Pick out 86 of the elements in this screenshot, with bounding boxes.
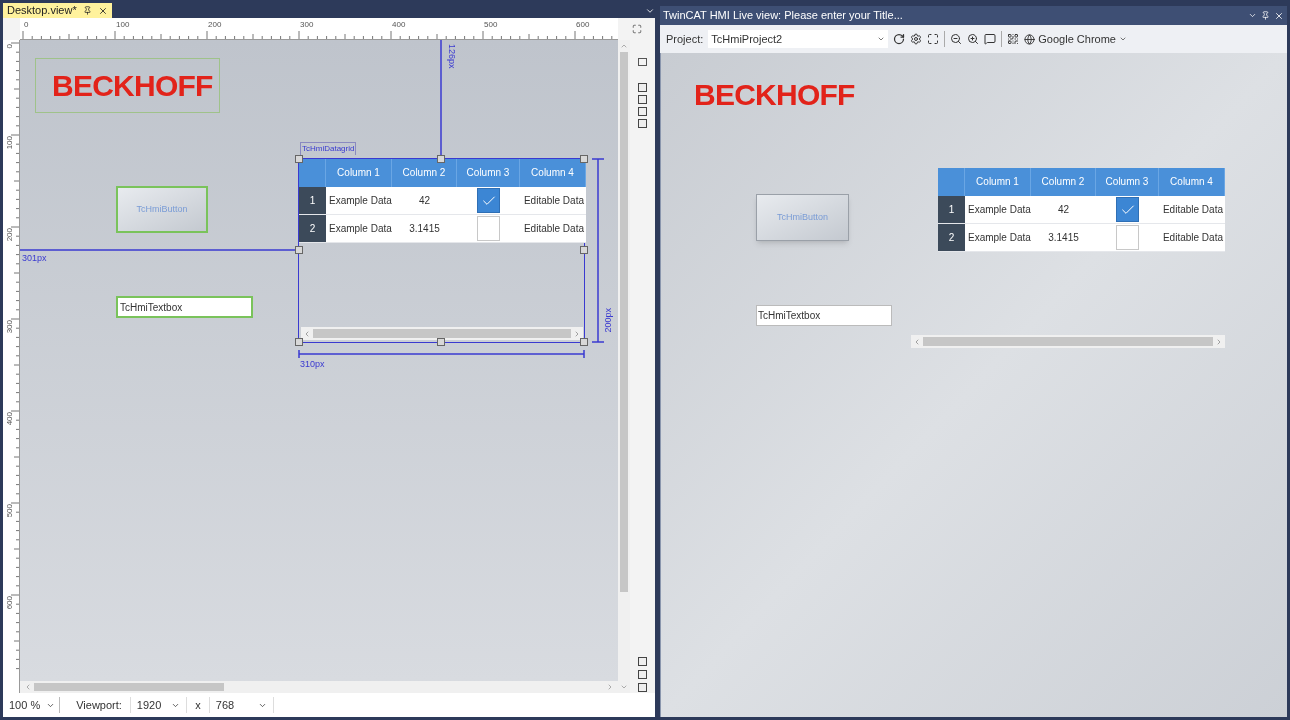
ruler-label: 600 — [576, 19, 590, 31]
resize-handle[interactable] — [437, 155, 445, 163]
close-icon[interactable] — [97, 5, 108, 16]
ruler-label: 0 — [4, 44, 15, 49]
ruler-label: 200 — [4, 228, 15, 242]
component-label: TcHmiDatagrid — [300, 142, 357, 155]
ruler-label: 300 — [4, 320, 15, 334]
window-icon[interactable] — [927, 33, 940, 45]
ruler-label: 400 — [4, 412, 15, 426]
ruler-label: 500 — [484, 19, 498, 31]
table-cell-text: 42 — [417, 193, 432, 208]
project-label: Project: — [666, 31, 704, 47]
resize-handle[interactable] — [580, 246, 588, 254]
panel-title: TwinCAT HMI Live view: Please enter your Title... — [663, 8, 903, 24]
checkbox[interactable] — [477, 216, 500, 241]
width-dropdown[interactable]: 1920 — [129, 696, 188, 714]
row-number: 1 — [299, 187, 326, 214]
text-field[interactable]: TcHmiTextbox — [756, 305, 892, 326]
pin-icon[interactable] — [82, 6, 92, 15]
refresh-icon[interactable] — [893, 33, 906, 45]
ruler-label: 500 — [4, 504, 15, 518]
scrollbar-thumb[interactable] — [620, 52, 628, 592]
text-field[interactable]: TcHmiTextbox — [116, 296, 253, 318]
resize-handle[interactable] — [437, 338, 445, 346]
close-icon[interactable] — [1274, 10, 1284, 21]
zoom-in-icon[interactable] — [967, 33, 980, 45]
caret-icon — [877, 35, 886, 43]
dimension-label: 301px — [22, 252, 47, 265]
pin-icon[interactable] — [1261, 11, 1270, 20]
table-cell-text: Example Data — [328, 221, 392, 236]
table-cell-text: 3.1415 — [1047, 230, 1080, 245]
caret-icon — [1118, 35, 1127, 43]
resize-handle[interactable] — [295, 246, 303, 254]
checkbox[interactable] — [1116, 225, 1139, 250]
ruler-label: 100 — [116, 19, 130, 31]
height-dropdown[interactable]: 768 — [208, 696, 275, 714]
table-cell-text: Editable Data — [522, 221, 585, 236]
table-cell-text: Example Data — [967, 230, 1031, 245]
resize-handle[interactable] — [580, 338, 588, 346]
brand-logo: BECKHOFF — [694, 80, 855, 110]
qr-code-icon[interactable] — [1007, 33, 1020, 45]
resize-handle[interactable] — [295, 338, 303, 346]
settings-icon[interactable] — [910, 33, 923, 45]
brand-logo: BECKHOFF — [52, 70, 213, 101]
hmi-button[interactable]: TcHmiButton — [116, 186, 208, 233]
project-dropdown[interactable]: TcHmiProject2 — [708, 30, 889, 48]
browser-dropdown[interactable]: Google Chrome — [1024, 30, 1127, 48]
ruler-label: 100 — [4, 136, 15, 150]
row-number: 1 — [938, 196, 965, 223]
table-cell-text: 42 — [1056, 202, 1071, 217]
checkbox[interactable] — [477, 188, 500, 213]
table-cell-text: Editable Data — [1161, 202, 1224, 217]
viewport-label: Viewport: — [76, 697, 122, 713]
document-tab[interactable]: Desktop.view* — [3, 3, 112, 18]
ruler-label: 300 — [300, 19, 314, 31]
comment-icon[interactable] — [984, 33, 997, 45]
resize-handle[interactable] — [295, 155, 303, 163]
scrollbar-thumb[interactable] — [923, 337, 1213, 346]
table-cell-text: 3.1415 — [408, 221, 441, 236]
toolbar-icon[interactable] — [638, 58, 647, 66]
ruler-label: 0 — [24, 19, 29, 31]
resize-handle[interactable] — [580, 155, 588, 163]
dimension-label: 126px — [445, 44, 458, 69]
table-cell-text: Editable Data — [1161, 230, 1224, 245]
separator-label: x — [195, 697, 201, 713]
dimension-label: 310px — [300, 358, 325, 371]
dimension-label: 200px — [602, 308, 614, 333]
expand-icon[interactable] — [631, 24, 642, 34]
ruler-label: 200 — [208, 19, 222, 31]
zoom-dropdown[interactable]: 100 % — [9, 696, 61, 714]
table-cell-text: Example Data — [328, 193, 392, 208]
checkbox[interactable] — [1116, 197, 1139, 222]
ruler-label: 400 — [392, 19, 406, 31]
row-number: 2 — [938, 224, 965, 251]
row-number: 2 — [299, 215, 326, 242]
table-cell-text: Example Data — [967, 202, 1031, 217]
globe-icon — [1024, 33, 1036, 45]
scrollbar-thumb[interactable] — [34, 683, 224, 691]
horizontal-scrollbar[interactable] — [911, 335, 1225, 348]
logo-frame[interactable]: BECKHOFF — [35, 58, 220, 113]
horizontal-scrollbar[interactable] — [301, 327, 583, 340]
ruler-label: 600 — [4, 596, 15, 610]
table-cell-text: Editable Data — [522, 193, 585, 208]
scrollbar-thumb[interactable] — [313, 329, 571, 338]
zoom-out-icon[interactable] — [950, 33, 963, 45]
hmi-button[interactable]: TcHmiButton — [756, 194, 849, 241]
